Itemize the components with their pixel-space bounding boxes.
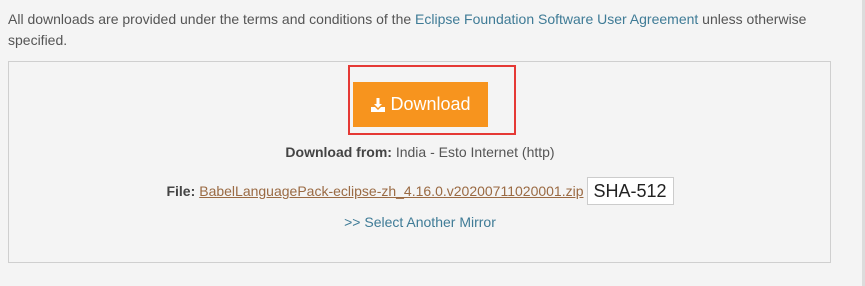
- download-icon: [370, 97, 386, 113]
- download-from-line: Download from: India - Esto Internet (ht…: [0, 144, 840, 160]
- sha-512-button[interactable]: SHA-512: [586, 177, 674, 205]
- download-from-value: India - Esto Internet (http): [391, 144, 555, 160]
- file-download-link[interactable]: BabelLanguagePack-eclipse-zh_4.16.0.v202…: [199, 183, 583, 199]
- mirror-line: >> Select Another Mirror: [0, 214, 840, 230]
- file-label: File:: [166, 183, 196, 199]
- download-from-label: Download from:: [285, 144, 392, 160]
- eclipse-user-agreement-link[interactable]: Eclipse Foundation Software User Agreeme…: [415, 11, 698, 27]
- select-another-mirror-link[interactable]: >> Select Another Mirror: [344, 214, 496, 230]
- file-line: File: BabelLanguagePack-eclipse-zh_4.16.…: [0, 176, 840, 206]
- license-notice: All downloads are provided under the ter…: [8, 9, 828, 51]
- download-button-label: Download: [390, 94, 471, 114]
- license-notice-text-before: All downloads are provided under the ter…: [8, 11, 416, 27]
- download-button[interactable]: Download: [353, 82, 488, 127]
